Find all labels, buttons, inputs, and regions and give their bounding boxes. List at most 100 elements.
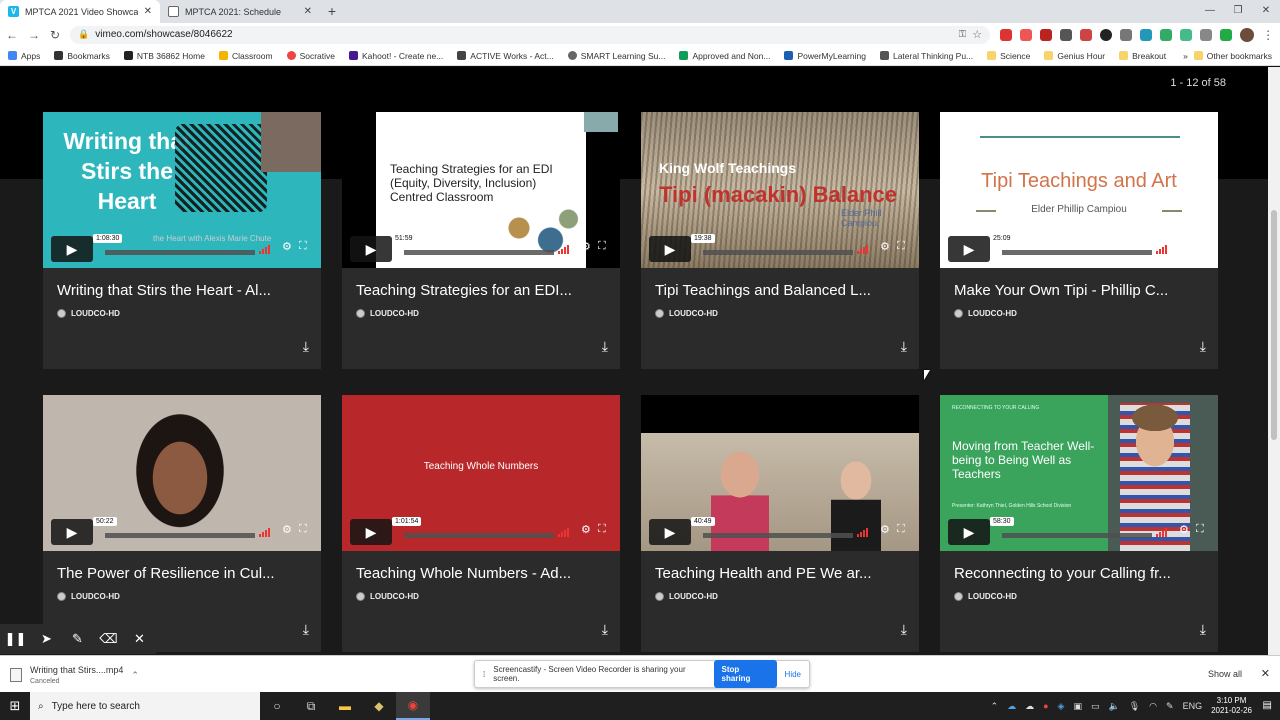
bookmark-folder[interactable]: Breakout [1119, 51, 1166, 61]
language-indicator[interactable]: ENG [1183, 701, 1203, 711]
fullscreen-icon[interactable]: ⛶ [1196, 240, 1204, 253]
close-tab-icon[interactable]: ✕ [144, 6, 152, 17]
extension-icon[interactable] [1040, 28, 1053, 41]
video-thumbnail[interactable]: RECONNECTING TO YOUR CALLING Moving from… [940, 395, 1218, 551]
extension-icon[interactable] [1080, 28, 1093, 41]
video-owner[interactable]: LOUDCO-HD [356, 309, 419, 318]
address-bar[interactable]: 🔒 vimeo.com/showcase/8046622 ⚿ ☆ [70, 25, 991, 44]
video-owner[interactable]: LOUDCO-HD [655, 309, 718, 318]
settings-icon[interactable]: ⚙ [282, 240, 292, 253]
back-button[interactable]: ← [6, 28, 18, 42]
video-thumbnail[interactable]: Tipi Teachings and Art Elder Phillip Cam… [940, 112, 1218, 268]
restore-button[interactable]: ❐ [1224, 0, 1252, 22]
video-owner[interactable]: LOUDCO-HD [57, 592, 120, 601]
progress-bar[interactable] [703, 533, 853, 538]
download-icon[interactable]: ⤓ [602, 621, 608, 638]
video-thumbnail[interactable]: Teaching Whole Numbers ▶ 1:01:54 ⚙ ⛶ [342, 395, 620, 551]
volume-icon[interactable] [558, 244, 574, 254]
play-icon[interactable]: ▶ [948, 236, 990, 262]
download-icon[interactable]: ⤓ [303, 338, 309, 355]
tray-icon[interactable]: ☁ [1025, 701, 1034, 712]
download-icon[interactable]: ⤓ [901, 338, 907, 355]
video-thumbnail[interactable]: Teaching Strategies for an EDI (Equity, … [342, 112, 620, 268]
stop-sharing-button[interactable]: Stop sharing [713, 660, 777, 688]
forward-button[interactable]: → [28, 28, 40, 42]
download-icon[interactable]: ⤓ [1200, 621, 1206, 638]
file-explorer-icon[interactable]: ▬ [328, 699, 362, 713]
bookmark-item[interactable]: NTB 36862 Home [123, 51, 205, 61]
settings-icon[interactable]: ⚙ [880, 523, 890, 536]
puzzle-icon[interactable] [1200, 28, 1213, 41]
cortana-icon[interactable]: ○ [260, 699, 294, 713]
play-icon[interactable]: ▶ [51, 519, 93, 545]
video-title[interactable]: Reconnecting to your Calling fr... [954, 565, 1204, 582]
settings-icon[interactable]: ⚙ [1179, 240, 1189, 253]
bookmark-item[interactable]: SMART Learning Su... [567, 51, 665, 61]
clock[interactable]: 3:10 PM 2021-02-26 [1211, 696, 1252, 716]
video-thumbnail[interactable]: Writing that Stirs the Heart the Heart w… [43, 112, 321, 268]
fullscreen-icon[interactable]: ⛶ [897, 240, 905, 253]
volume-icon[interactable] [558, 527, 574, 537]
minimize-button[interactable]: — [1196, 0, 1224, 22]
settings-icon[interactable]: ⚙ [1179, 523, 1189, 536]
video-card[interactable]: ▶ 50:22 ⚙ ⛶ The Power of Resilience in C… [43, 395, 321, 652]
other-bookmarks[interactable]: Other bookmarks [1193, 51, 1272, 61]
chrome-icon[interactable]: ◉ [396, 692, 430, 720]
play-icon[interactable]: ▶ [649, 519, 691, 545]
settings-icon[interactable]: ⚙ [581, 240, 591, 253]
extension-icon[interactable] [1000, 28, 1013, 41]
volume-icon[interactable] [857, 244, 873, 254]
pen-icon[interactable]: ✎ [62, 631, 93, 647]
video-thumbnail[interactable]: King Wolf Teachings Tipi (macakin) Balan… [641, 112, 919, 268]
dropbox-icon[interactable]: ◈ [1058, 701, 1065, 712]
network-icon[interactable]: ▭ [1091, 701, 1100, 712]
fullscreen-icon[interactable]: ⛶ [598, 523, 606, 536]
download-icon[interactable]: ⤓ [303, 621, 309, 638]
pause-icon[interactable]: ❚❚ [0, 631, 31, 647]
video-owner[interactable]: LOUDCO-HD [356, 592, 419, 601]
volume-icon[interactable] [259, 527, 275, 537]
progress-bar[interactable] [1002, 250, 1152, 255]
video-thumbnail[interactable]: ▶ 40:49 ⚙ ⛶ [641, 395, 919, 551]
volume-icon[interactable] [1156, 527, 1172, 537]
play-icon[interactable]: ▶ [649, 236, 691, 262]
play-icon[interactable]: ▶ [350, 519, 392, 545]
video-thumbnail[interactable]: ▶ 50:22 ⚙ ⛶ [43, 395, 321, 551]
bookmark-apps[interactable]: Apps [8, 51, 40, 61]
video-card[interactable]: Tipi Teachings and Art Elder Phillip Cam… [940, 112, 1218, 369]
volume-icon[interactable] [1156, 244, 1172, 254]
video-card[interactable]: Teaching Whole Numbers ▶ 1:01:54 ⚙ ⛶ Tea… [342, 395, 620, 652]
video-owner[interactable]: LOUDCO-HD [57, 309, 120, 318]
play-icon[interactable]: ▶ [350, 236, 392, 262]
extension-icon[interactable] [1180, 28, 1193, 41]
fullscreen-icon[interactable]: ⛶ [299, 523, 307, 536]
extension-icon[interactable] [1140, 28, 1153, 41]
download-icon[interactable]: ⤓ [1200, 338, 1206, 355]
key-icon[interactable]: ⚿ [959, 29, 967, 40]
progress-bar[interactable] [105, 250, 255, 255]
tab-video-showcase[interactable]: V MPTCA 2021 Video Showcase o ✕ [0, 0, 160, 23]
bookmark-item[interactable]: Approved and Non... [679, 51, 770, 61]
video-title[interactable]: Teaching Strategies for an EDI... [356, 282, 606, 299]
extension-icon[interactable] [1160, 28, 1173, 41]
wifi-icon[interactable]: ◠ [1149, 701, 1157, 712]
video-card[interactable]: Writing that Stirs the Heart the Heart w… [43, 112, 321, 369]
eraser-icon[interactable]: ⌫ [93, 631, 124, 647]
video-title[interactable]: Tipi Teachings and Balanced L... [655, 282, 905, 299]
video-owner[interactable]: LOUDCO-HD [954, 592, 1017, 601]
bookmark-folder[interactable]: Genius Hour [1044, 51, 1105, 61]
extension-icon[interactable] [1020, 28, 1033, 41]
bookmark-star-icon[interactable]: ☆ [972, 28, 982, 41]
bookmark-item[interactable]: Classroom [218, 51, 273, 61]
bookmark-item[interactable]: ACTIVE Works - Act... [457, 51, 554, 61]
download-item[interactable]: Writing that Stirs....mp4 Canceled ⌃ [10, 662, 150, 688]
volume-icon[interactable] [259, 244, 275, 254]
fullscreen-icon[interactable]: ⛶ [897, 523, 905, 536]
fullscreen-icon[interactable]: ⛶ [598, 240, 606, 253]
bookmark-item[interactable]: Bookmarks [54, 51, 110, 61]
scrollbar-thumb[interactable] [1271, 210, 1277, 440]
close-shelf-icon[interactable]: ✕ [1261, 667, 1270, 680]
profile-avatar[interactable] [1240, 27, 1255, 42]
settings-icon[interactable]: ⚙ [282, 523, 292, 536]
volume-icon[interactable]: 🔈 [1109, 701, 1120, 712]
